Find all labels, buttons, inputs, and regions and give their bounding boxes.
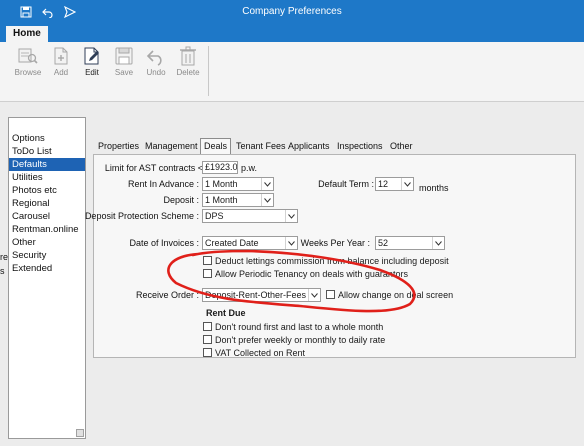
allow-change-checkbox[interactable]: Allow change on deal screen	[326, 289, 453, 300]
resize-grip[interactable]	[76, 429, 84, 437]
sidebar-item-utilities[interactable]: Utilities	[9, 171, 85, 184]
ast-limit-label: Limit for AST contracts <	[104, 163, 203, 173]
sidebar-item-rentman-online[interactable]: Rentman.online	[9, 223, 85, 236]
preferences-sidebar: Options ToDo List Defaults Utilities Pho…	[8, 117, 86, 439]
tab-other[interactable]: Other	[387, 139, 416, 154]
dont-prefer-checkbox[interactable]: Don't prefer weekly or monthly to daily …	[203, 334, 385, 345]
title-bar: Company Preferences	[0, 0, 584, 24]
browse-icon	[18, 48, 38, 64]
tab-tenant-fees[interactable]: Tenant Fees	[233, 139, 289, 154]
settings-panel: Properties Management Deals Tenant Fees …	[85, 117, 584, 439]
deposit-scheme-select[interactable]: DPS	[202, 209, 298, 223]
deals-tab-page: Limit for AST contracts < £1923.08 p.w. …	[85, 154, 576, 360]
ribbon-tab-strip: Home	[0, 24, 584, 42]
chevron-down-icon	[261, 178, 273, 190]
background-window-text: s	[0, 266, 5, 276]
rent-in-advance-label: Rent In Advance :	[127, 179, 199, 189]
sidebar-item-todo-list[interactable]: ToDo List	[9, 145, 85, 158]
chevron-down-icon	[285, 210, 297, 222]
content-strip	[0, 103, 584, 117]
tab-deals[interactable]: Deals	[200, 138, 232, 154]
delete-icon	[180, 46, 196, 66]
add-document-icon	[54, 47, 68, 65]
chevron-down-icon	[308, 289, 320, 301]
deposit-select[interactable]: 1 Month	[202, 193, 274, 207]
default-term-select[interactable]: 12	[375, 177, 414, 191]
sidebar-item-regional[interactable]: Regional	[9, 197, 85, 210]
rent-due-group: Rent Due Don't round first and last to a…	[202, 308, 385, 360]
sidebar-item-extended[interactable]: Extended	[9, 262, 85, 275]
chevron-down-icon	[432, 237, 444, 249]
weeks-per-year-label: Weeks Per Year :	[300, 238, 370, 248]
undo-button[interactable]: Undo	[141, 44, 171, 86]
deduct-commission-checkbox[interactable]: Deduct lettings commission from balance …	[203, 255, 449, 266]
tab-inspections[interactable]: Inspections	[334, 139, 386, 154]
edit-button[interactable]: Edit	[77, 44, 107, 86]
chevron-down-icon	[401, 178, 413, 190]
rent-in-advance-select[interactable]: 1 Month	[202, 177, 274, 191]
ribbon-tab-home[interactable]: Home	[6, 26, 48, 42]
vat-collected-checkbox[interactable]: VAT Collected on Rent	[203, 347, 305, 358]
tab-properties[interactable]: Properties	[95, 139, 142, 154]
ast-limit-input[interactable]: £1923.08	[202, 161, 238, 174]
weeks-per-year-select[interactable]: 52	[375, 236, 445, 250]
receive-order-select[interactable]: Deposit-Rent-Other-Fees	[202, 288, 321, 302]
chevron-down-icon	[261, 194, 273, 206]
browse-button[interactable]: Browse	[13, 44, 43, 86]
dont-round-checkbox[interactable]: Don't round first and last to a whole mo…	[203, 321, 383, 332]
allow-periodic-checkbox[interactable]: Allow Periodic Tenancy on deals with gua…	[203, 268, 408, 279]
edit-icon	[84, 47, 99, 65]
ribbon: Browse Add Edit Save Undo Delete	[0, 42, 584, 102]
delete-button[interactable]: Delete	[173, 44, 203, 86]
window-title: Company Preferences	[242, 6, 342, 17]
invoice-date-label: Date of Invoices :	[129, 238, 199, 248]
deposit-scheme-label: Deposit Protection Scheme :	[84, 211, 199, 221]
sidebar-item-options[interactable]: Options	[9, 132, 85, 145]
sidebar-item-photos-etc[interactable]: Photos etc	[9, 184, 85, 197]
ribbon-separator	[208, 46, 209, 96]
sidebar-item-carousel[interactable]: Carousel	[9, 210, 85, 223]
undo-icon	[146, 50, 162, 66]
receive-order-label: Receive Order :	[135, 290, 199, 300]
tab-applicants[interactable]: Applicants	[285, 139, 333, 154]
chevron-down-icon	[285, 237, 297, 249]
sidebar-item-security[interactable]: Security	[9, 249, 85, 262]
background-window-text: re	[0, 252, 9, 262]
invoice-date-select[interactable]: Created Date	[202, 236, 298, 250]
default-term-label: Default Term :	[318, 179, 374, 189]
save-button[interactable]: Save	[109, 44, 139, 86]
default-term-unit: months	[419, 183, 449, 193]
save-icon	[115, 47, 133, 65]
ast-limit-unit: p.w.	[241, 163, 258, 173]
rent-due-title: Rent Due	[206, 308, 246, 318]
add-button[interactable]: Add	[46, 44, 76, 86]
deposit-label: Deposit :	[163, 195, 199, 205]
sidebar-item-defaults[interactable]: Defaults	[9, 158, 85, 171]
tab-management[interactable]: Management	[142, 139, 201, 154]
sidebar-item-other[interactable]: Other	[9, 236, 85, 249]
